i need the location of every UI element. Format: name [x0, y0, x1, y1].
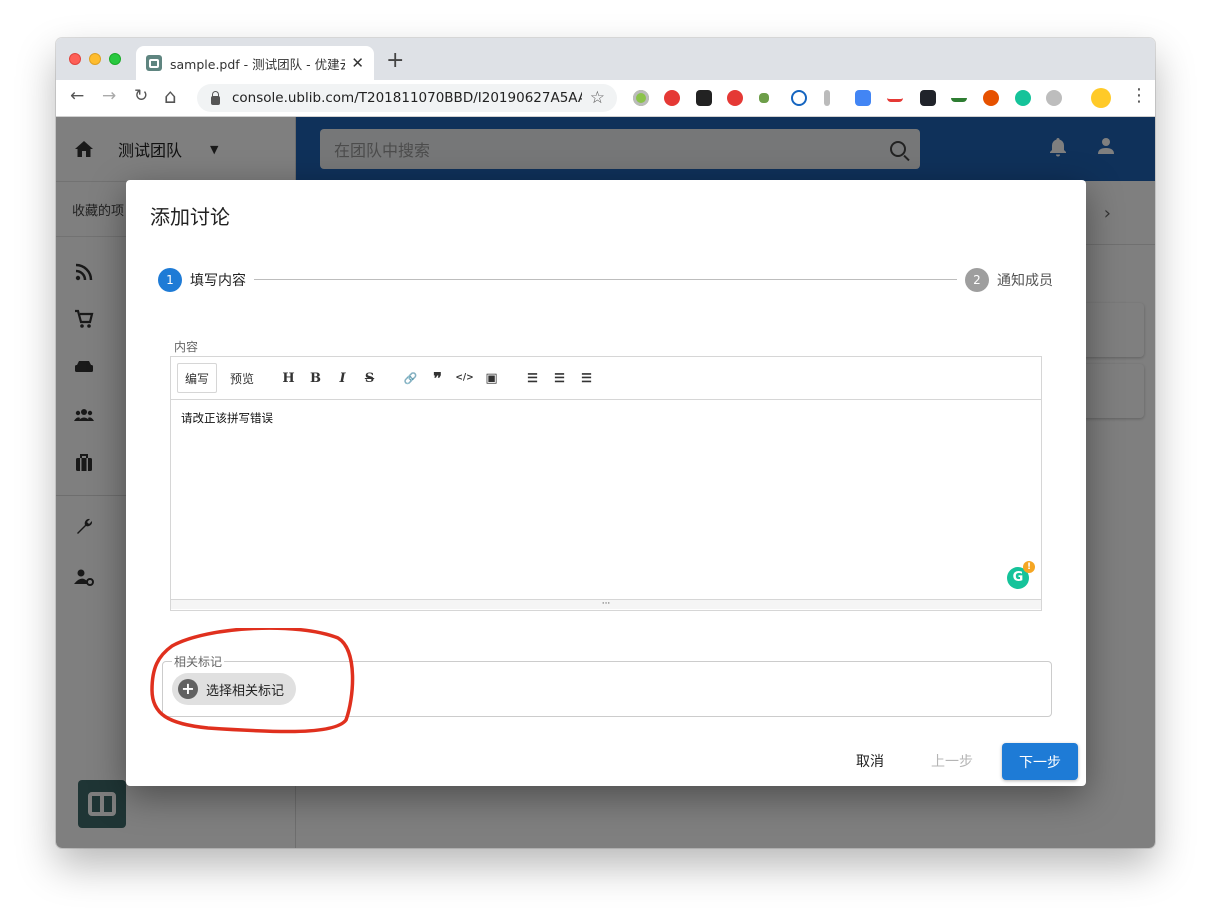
minimize-window-button[interactable] [89, 53, 101, 65]
tab-preview[interactable]: 预览 [223, 363, 261, 393]
content-label: 内容 [174, 340, 199, 354]
profile-avatar[interactable] [1091, 88, 1111, 108]
task-list-icon[interactable]: ☰ [573, 371, 600, 385]
stepper-connector [254, 279, 957, 280]
extension-icon[interactable] [887, 92, 903, 102]
extension-icon[interactable] [727, 90, 743, 106]
related-tags-label: 相关标记 [172, 653, 225, 670]
dialog-title: 添加讨论 [150, 205, 230, 229]
cancel-button[interactable]: 取消 [842, 744, 898, 778]
image-icon[interactable]: ▣ [478, 371, 505, 386]
step-label: 填写内容 [190, 273, 246, 289]
editor-resize-handle[interactable]: ··· [171, 599, 1041, 609]
numbered-list-icon[interactable]: ☰ [546, 371, 573, 385]
browser-menu-icon[interactable]: ⋮ [1130, 87, 1148, 105]
browser-tab[interactable]: sample.pdf - 测试团队 - 优建云 ✕ [136, 46, 374, 80]
home-icon[interactable]: ⌂ [164, 86, 177, 106]
extension-icon[interactable] [696, 90, 712, 106]
new-tab-button[interactable]: + [386, 50, 404, 72]
extension-js-icon[interactable] [759, 93, 769, 103]
browser-toolbar: ← → ↻ ⌂ console.ublib.com/T201811070BBD/… [56, 80, 1155, 117]
editor-toolbar: 编写 预览 H B I S 🔗 ❞ </> ▣ ☰ ☰ ☰ [171, 357, 1041, 400]
select-related-tags-button[interactable]: + 选择相关标记 [172, 673, 297, 705]
select-related-tags-label: 选择相关标记 [206, 683, 285, 699]
quote-icon[interactable]: ❞ [424, 369, 451, 388]
editor-textarea[interactable]: 请改正该拼写错误 G ! [171, 400, 1041, 599]
url-text: console.ublib.com/T201811070BBD/I2019062… [232, 90, 582, 106]
lock-icon [211, 90, 220, 105]
extension-icon[interactable] [824, 90, 830, 106]
link-icon[interactable]: 🔗 [397, 372, 424, 385]
extension-icon[interactable] [1046, 90, 1062, 106]
bulleted-list-icon[interactable]: ☰ [519, 371, 546, 385]
step-label: 通知成员 [997, 273, 1053, 289]
close-window-button[interactable] [69, 53, 81, 65]
extension-grammarly-icon[interactable] [1015, 90, 1031, 106]
back-icon[interactable]: ← [70, 88, 84, 105]
extension-react-icon[interactable] [920, 90, 936, 106]
maximize-window-button[interactable] [109, 53, 121, 65]
site-favicon-icon [146, 55, 162, 71]
add-circle-icon: + [178, 679, 198, 699]
step-notify-members: 2 通知成员 [965, 268, 1053, 292]
previous-step-button[interactable]: 上一步 [922, 744, 982, 778]
address-bar[interactable]: console.ublib.com/T201811070BBD/I2019062… [197, 84, 617, 112]
editor-text: 请改正该拼写错误 [181, 411, 273, 425]
forward-icon[interactable]: → [102, 88, 116, 105]
italic-button[interactable]: I [329, 371, 356, 386]
next-step-button[interactable]: 下一步 [1002, 743, 1078, 780]
tab-write[interactable]: 编写 [177, 363, 218, 393]
bookmark-star-icon[interactable]: ☆ [590, 88, 605, 108]
extension-adblock-icon[interactable] [664, 90, 680, 106]
reload-icon[interactable]: ↻ [134, 88, 148, 105]
tab-title: sample.pdf - 测试团队 - 优建云 [170, 56, 346, 72]
extension-icon[interactable] [951, 92, 967, 102]
step-fill-content: 1 填写内容 [158, 268, 246, 292]
markdown-editor: 编写 预览 H B I S 🔗 ❞ </> ▣ ☰ ☰ ☰ 请改正该拼写错误 G… [170, 356, 1042, 611]
code-icon[interactable]: </> [451, 373, 478, 383]
extension-translate-icon[interactable] [855, 90, 871, 106]
step-number: 1 [158, 268, 182, 292]
grammarly-alert-badge: ! [1023, 561, 1035, 573]
tab-bar: sample.pdf - 测试团队 - 优建云 ✕ + [56, 38, 1155, 80]
extension-1password-icon[interactable] [791, 90, 807, 106]
tab-close-icon[interactable]: ✕ [351, 55, 364, 71]
extension-icon[interactable] [633, 90, 649, 106]
heading-button[interactable]: H [275, 371, 302, 386]
extension-icon[interactable] [983, 90, 999, 106]
bold-button[interactable]: B [302, 371, 329, 386]
step-number: 2 [965, 268, 989, 292]
strikethrough-button[interactable]: S [356, 371, 383, 386]
add-discussion-dialog: 添加讨论 1 填写内容 2 通知成员 内容 编写 预览 H B I S 🔗 ❞ … [126, 180, 1086, 786]
